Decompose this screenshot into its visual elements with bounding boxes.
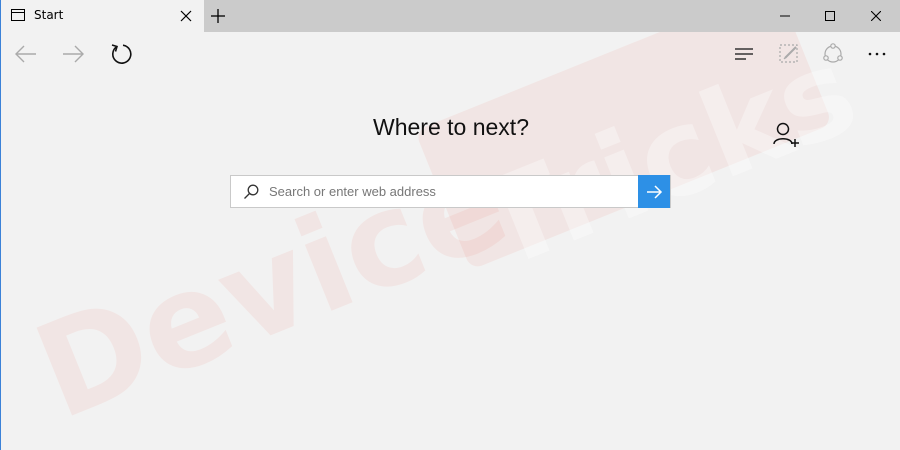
tab-start[interactable]: Start bbox=[1, 0, 204, 32]
hub-icon bbox=[735, 48, 753, 60]
web-note-button[interactable] bbox=[777, 42, 801, 66]
refresh-button[interactable] bbox=[109, 42, 133, 66]
close-window-button[interactable] bbox=[853, 0, 899, 32]
new-tab-icon[interactable] bbox=[210, 8, 226, 24]
web-note-icon bbox=[779, 44, 798, 63]
tab-title: Start bbox=[34, 8, 64, 22]
forward-button[interactable] bbox=[61, 42, 85, 66]
share-icon bbox=[823, 43, 843, 63]
page-heading: Where to next? bbox=[373, 114, 529, 140]
search-input[interactable] bbox=[269, 176, 637, 207]
back-button[interactable] bbox=[14, 42, 38, 66]
watermark-device: Device bbox=[16, 124, 528, 449]
search-icon bbox=[244, 184, 259, 199]
go-button[interactable] bbox=[638, 175, 670, 208]
page-icon bbox=[11, 9, 25, 21]
share-button[interactable] bbox=[821, 42, 845, 66]
refresh-icon bbox=[111, 44, 132, 64]
close-tab-icon[interactable] bbox=[180, 10, 192, 22]
tab-strip: Start bbox=[1, 0, 900, 32]
hub-button[interactable] bbox=[733, 42, 757, 66]
maximize-button[interactable] bbox=[807, 0, 853, 32]
close-icon bbox=[871, 11, 881, 21]
minimize-button[interactable] bbox=[762, 0, 808, 32]
add-user-icon[interactable] bbox=[771, 120, 801, 150]
minimize-icon bbox=[780, 15, 790, 17]
browser-window: Device Tricks Start Where to next? Searc… bbox=[0, 0, 900, 450]
maximize-icon bbox=[825, 11, 835, 21]
arrow-right-icon bbox=[647, 185, 663, 199]
navigation-toolbar bbox=[1, 32, 900, 76]
more-icon bbox=[868, 52, 886, 56]
more-button[interactable] bbox=[865, 42, 889, 66]
search-box bbox=[230, 175, 671, 208]
arrow-right-icon bbox=[63, 45, 84, 63]
arrow-left-icon bbox=[15, 45, 36, 63]
